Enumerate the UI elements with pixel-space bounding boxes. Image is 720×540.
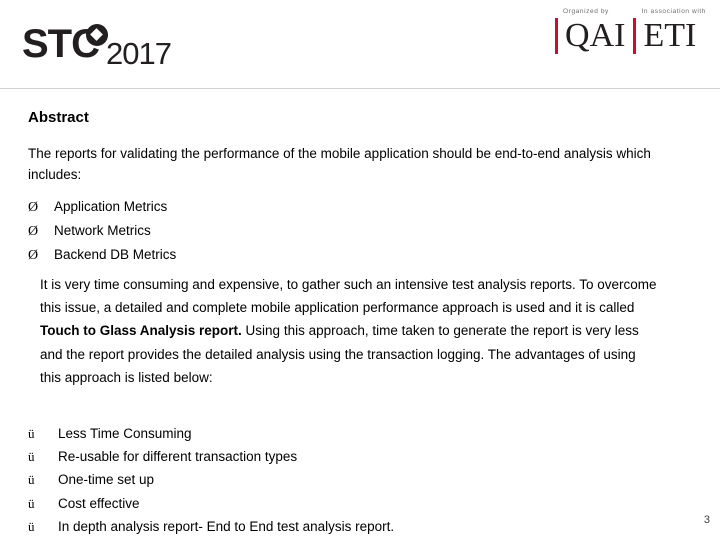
check-bullet-icon: ü [28,472,35,488]
list-item-label: In depth analysis report- End to End tes… [58,518,395,534]
list-item-label: Less Time Consuming [58,426,192,441]
sponsor-qai: Organized by QAI [555,8,625,54]
page-title: Abstract [28,109,89,126]
check-bullet-icon: ü [28,426,35,441]
sponsor-logos: Organized by QAI In association with ETI [547,8,706,80]
list-item-label: Application Metrics [54,199,168,214]
list-item: Ø Network Metrics [28,219,668,243]
check-bullet-icon: ü [28,449,35,465]
advantages-list: ü Less Time Consuming ü Re-usable for di… [28,422,668,538]
list-item-label: Backend DB Metrics [54,247,177,262]
header-divider [0,88,720,89]
body-paragraph-emphasis: Touch to Glass Analysis report. [40,323,242,339]
list-item: ü Less Time Consuming [28,422,668,445]
list-item: ü In depth analysis report- End to End t… [28,515,668,538]
list-item-label: One-time set up [58,472,155,488]
sponsor-eti-name: ETI [643,17,697,54]
sponsor-qai-mark: QAI [555,18,625,54]
list-item: Ø Backend DB Metrics [28,243,668,267]
stc-logo-year: 2017 [106,36,172,71]
sponsor-qai-bar-icon [555,18,559,54]
page-number: 3 [703,514,710,526]
list-item: ü One-time set up [28,468,668,491]
list-item: ü Re-usable for different transaction ty… [28,445,668,468]
list-item-label: Re-usable for different transaction type… [58,449,298,465]
sponsor-qai-name: QAI [565,17,626,54]
list-item-label: Network Metrics [54,223,151,238]
sponsor-eti: In association with ETI [633,8,706,54]
metrics-list: Ø Application Metrics Ø Network Metrics … [28,195,668,267]
stc-logo: STC 2017 [22,22,192,70]
slide-header: STC 2017 Organized by QAI In association… [0,0,720,88]
sponsor-eti-caption: In association with [641,8,706,15]
list-item: Ø Application Metrics [28,195,668,219]
sponsor-eti-bar-icon [633,18,637,54]
sponsor-eti-mark: ETI [633,18,706,54]
body-paragraph-part1: It is very time consuming and expensive,… [40,277,657,316]
arrow-bullet-icon: Ø [28,224,39,239]
sponsor-qai-caption: Organized by [563,8,609,15]
check-bullet-icon: ü [28,518,35,534]
intro-paragraph: The reports for validating the performan… [28,146,651,182]
check-bullet-icon: ü [28,495,35,511]
list-item-label: Cost effective [58,495,140,511]
arrow-bullet-icon: Ø [28,200,39,215]
arrow-bullet-icon: Ø [28,248,39,263]
list-item: ü Cost effective [28,492,668,515]
body-paragraph: It is very time consuming and expensive,… [40,273,660,389]
